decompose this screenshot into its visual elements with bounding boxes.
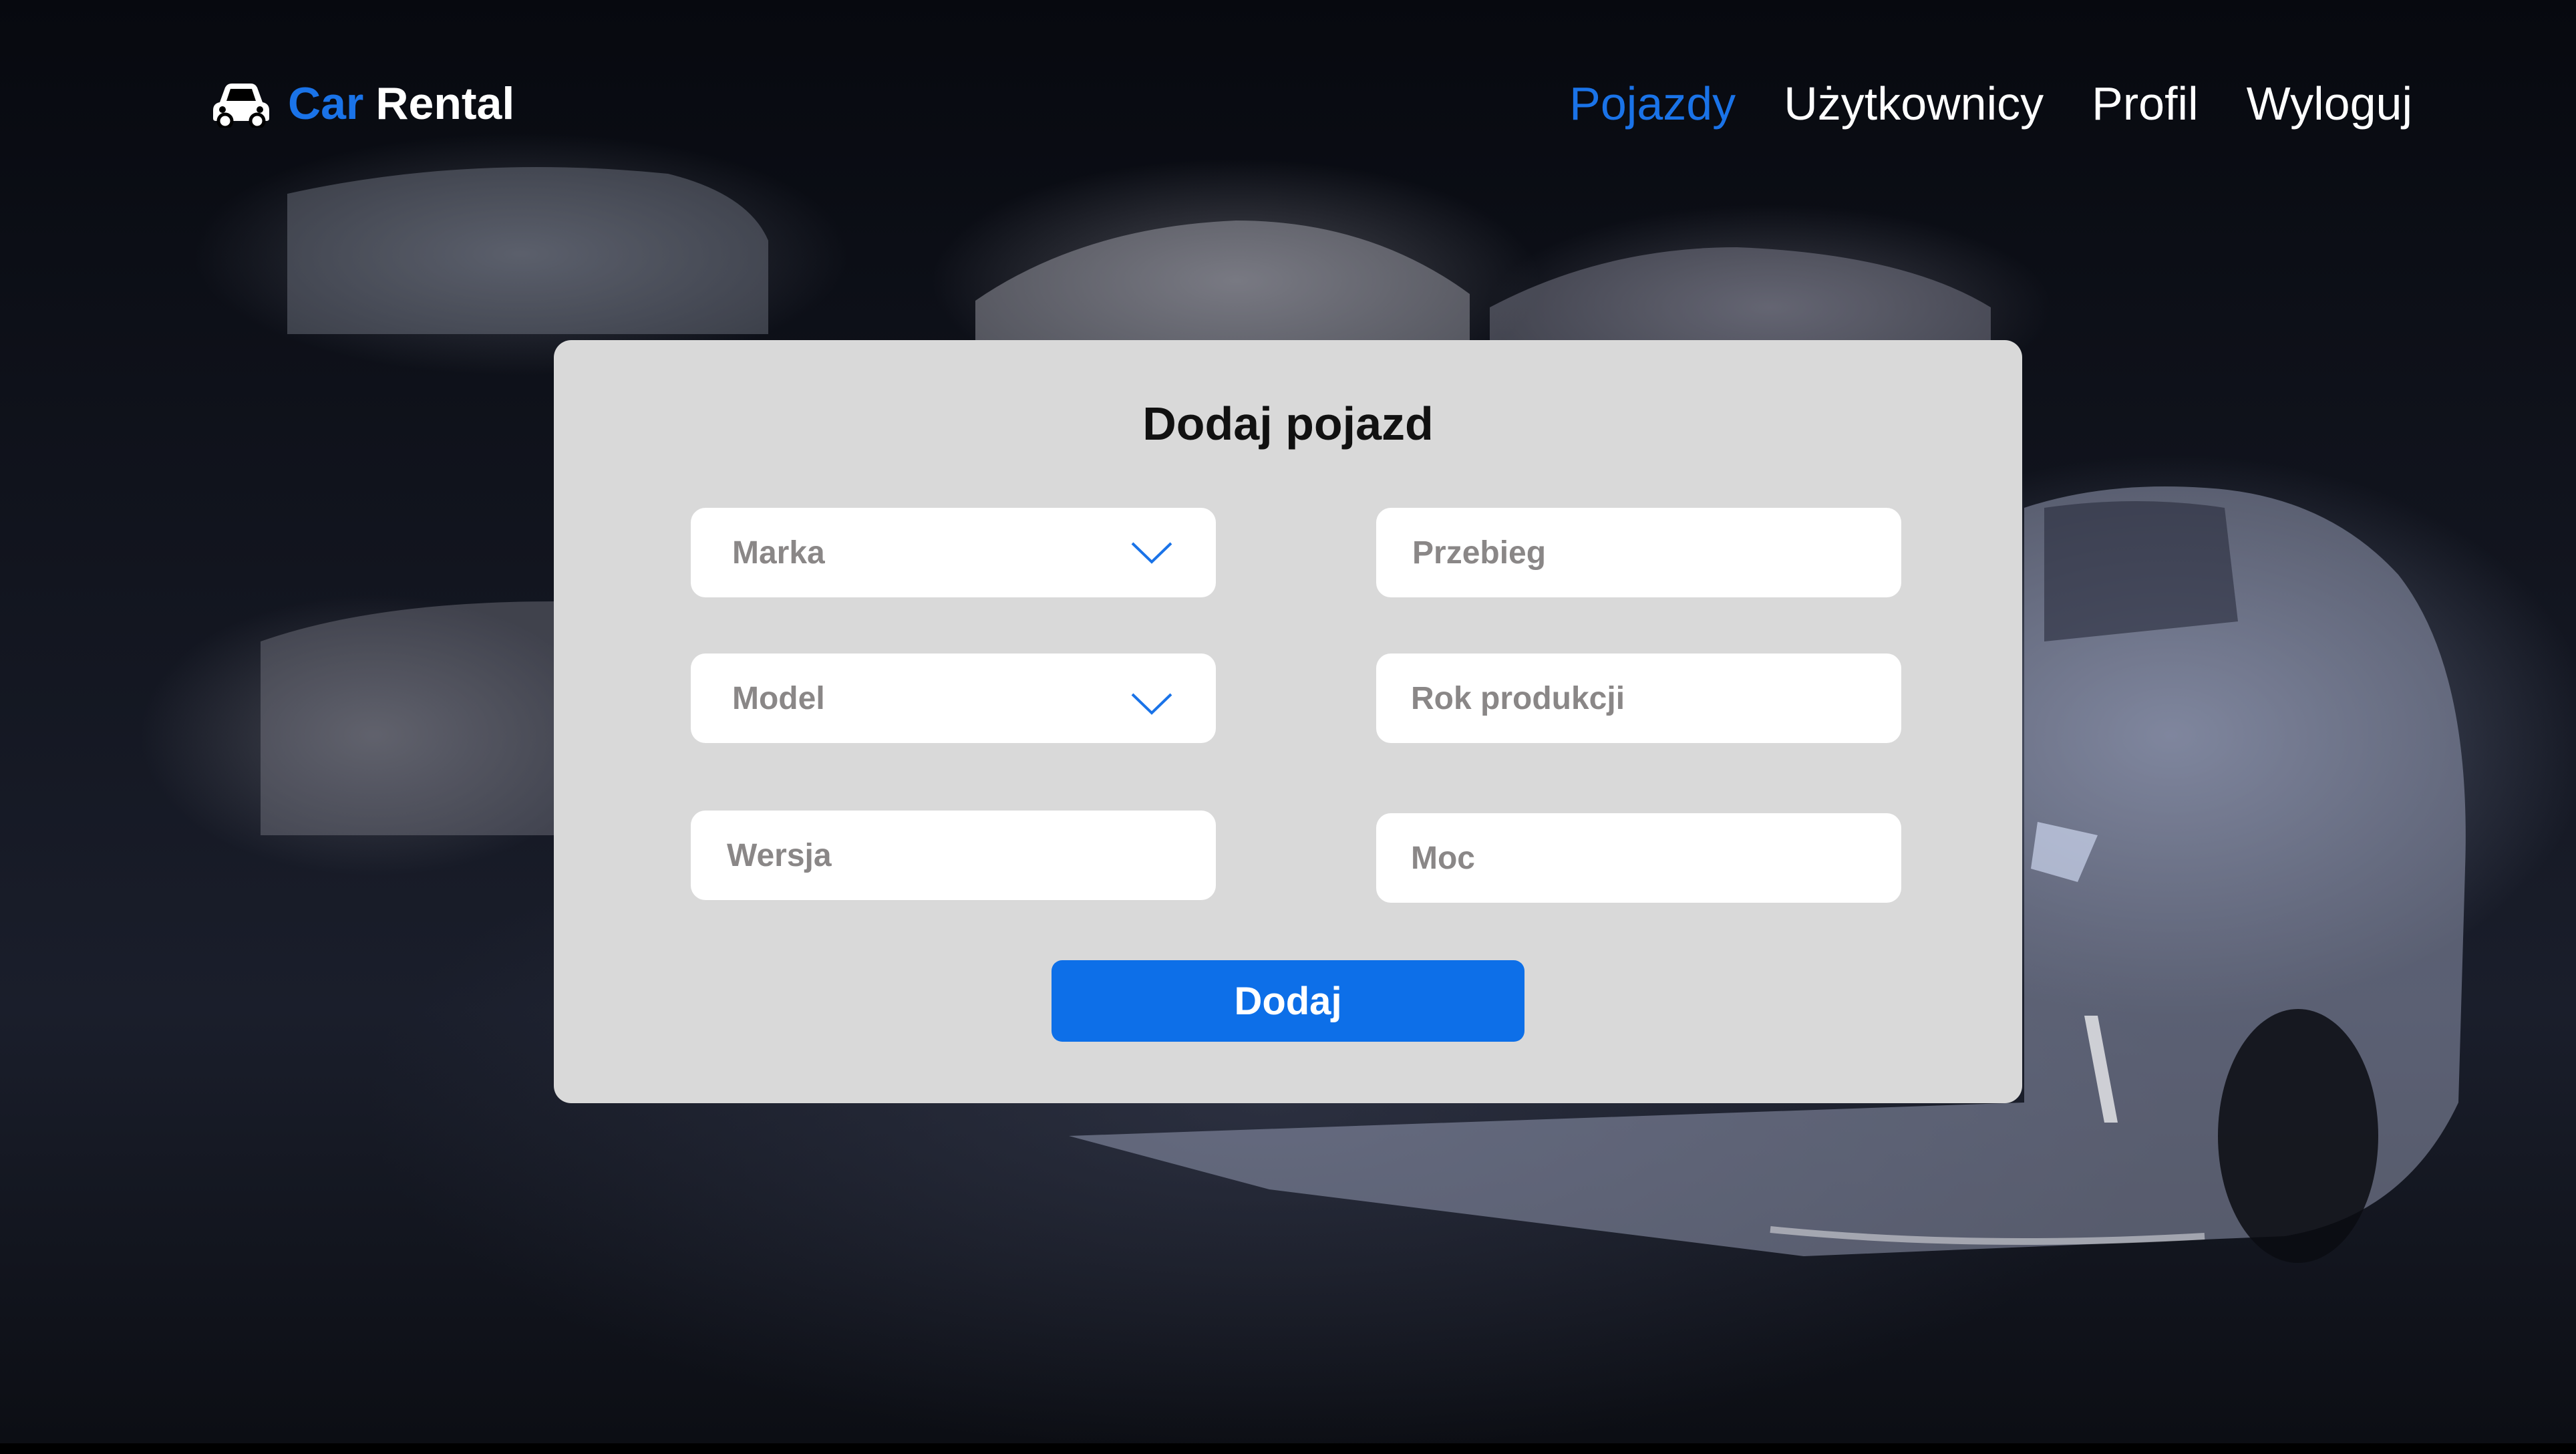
brand-logo[interactable]: Car Rental bbox=[210, 74, 514, 134]
nav-item-uzytkownicy[interactable]: Użytkownicy bbox=[1784, 77, 2044, 130]
car-icon bbox=[213, 84, 269, 128]
mileage-input[interactable] bbox=[1412, 534, 1813, 571]
brand-name-car: Car bbox=[288, 78, 364, 129]
nav-item-pojazdy[interactable]: Pojazdy bbox=[1569, 77, 1736, 130]
production-year-field[interactable] bbox=[1376, 653, 1901, 743]
add-vehicle-button[interactable]: Dodaj bbox=[1052, 960, 1524, 1042]
production-year-input[interactable] bbox=[1411, 680, 1812, 717]
power-input[interactable] bbox=[1411, 839, 1812, 877]
power-field[interactable] bbox=[1376, 813, 1901, 903]
main-nav: Pojazdy Użytkownicy Profil Wyloguj bbox=[1521, 74, 2412, 134]
app-window: Car Rental Pojazdy Użytkownicy Profil Wy… bbox=[0, 0, 2576, 1454]
brand-select-value: Marka bbox=[732, 535, 825, 571]
panel-title: Dodaj pojazd bbox=[1142, 398, 1434, 450]
nav-item-wyloguj[interactable]: Wyloguj bbox=[2247, 77, 2412, 130]
chevron-down-icon bbox=[1131, 693, 1172, 715]
brand-select[interactable]: Marka bbox=[691, 508, 1216, 597]
version-input[interactable] bbox=[727, 837, 1128, 874]
mileage-field[interactable] bbox=[1376, 508, 1901, 597]
nav-item-profil[interactable]: Profil bbox=[2092, 77, 2198, 130]
model-select[interactable]: Model bbox=[691, 653, 1216, 743]
chevron-down-icon bbox=[1131, 542, 1172, 564]
brand-name-rental: Rental bbox=[375, 78, 515, 129]
add-vehicle-panel: Dodaj pojazd Marka Model Dodaj bbox=[554, 340, 2022, 1103]
version-field[interactable] bbox=[691, 811, 1216, 900]
model-select-value: Model bbox=[732, 680, 825, 716]
